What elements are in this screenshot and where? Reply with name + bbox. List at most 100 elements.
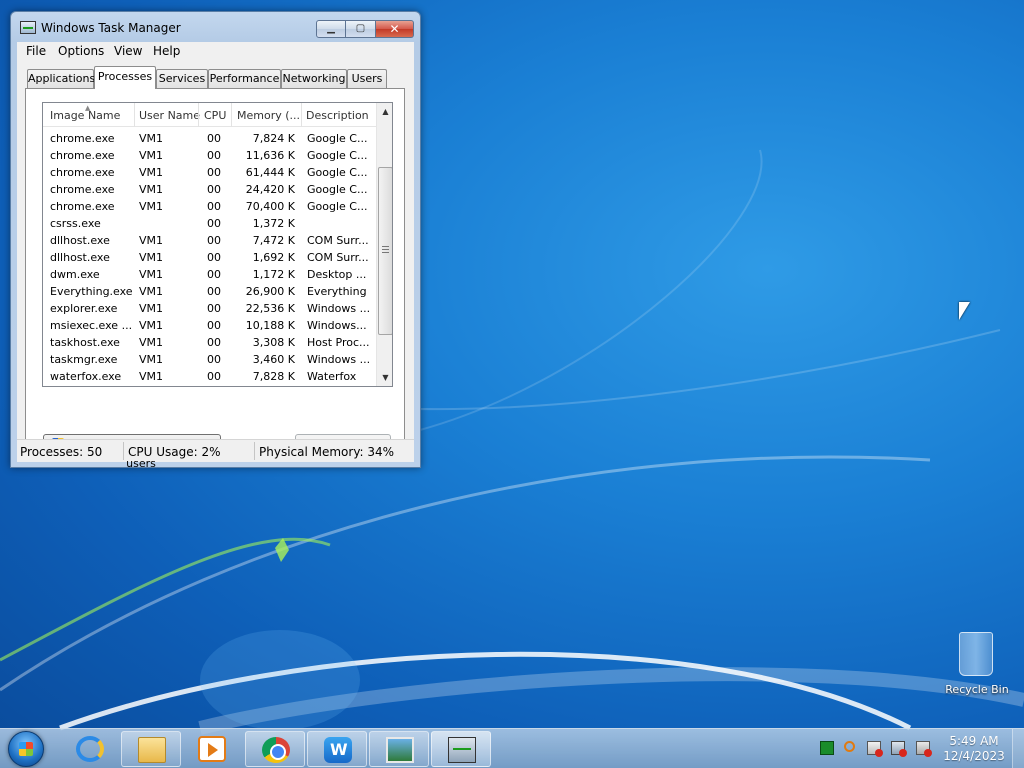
table-row[interactable]: chrome.exe VM1 00 61,444 K Google C... <box>43 164 376 181</box>
process-user: VM1 <box>139 285 164 298</box>
grip-icon <box>382 246 389 253</box>
process-list[interactable]: ▲ Image Name User Name CPU Memory (... D… <box>42 102 393 387</box>
process-memory: 7,828 K <box>252 370 295 383</box>
process-name: chrome.exe <box>50 200 115 213</box>
status-memory: Physical Memory: 34% <box>259 445 395 459</box>
process-description: COM Surr... <box>307 251 369 264</box>
menu-help[interactable]: Help <box>153 44 180 58</box>
chrome-icon <box>262 737 290 763</box>
process-name: chrome.exe <box>50 183 115 196</box>
tab-networking[interactable]: Networking <box>281 69 347 88</box>
scroll-down-icon[interactable]: ▼ <box>377 369 392 386</box>
maximize-button[interactable]: ▢ <box>346 20 376 38</box>
menu-view[interactable]: View <box>114 44 142 58</box>
table-row[interactable]: chrome.exe VM1 00 7,824 K Google C... <box>43 130 376 147</box>
process-description: Google C... <box>307 149 368 162</box>
process-memory: 1,692 K <box>252 251 295 264</box>
network-icon[interactable] <box>891 741 907 757</box>
search-icon[interactable] <box>844 741 855 752</box>
taskbar: 5:49 AM 12/4/2023 <box>0 728 1024 768</box>
tab-applications[interactable]: Applications <box>27 69 95 88</box>
taskbar-waterfox[interactable] <box>307 731 367 767</box>
clock-date: 12/4/2023 <box>943 749 1005 763</box>
process-name: taskmgr.exe <box>50 353 118 366</box>
process-cpu: 00 <box>207 285 221 298</box>
process-name: dwm.exe <box>50 268 100 281</box>
vertical-scrollbar[interactable]: ▲ ▼ <box>376 103 392 386</box>
table-row[interactable]: chrome.exe VM1 00 24,420 K Google C... <box>43 181 376 198</box>
process-name: msiexec.exe ... <box>50 319 133 332</box>
error-badge-icon <box>899 749 907 757</box>
process-description: Google C... <box>307 166 368 179</box>
windows-explorer-icon <box>138 737 166 763</box>
close-button[interactable]: ✕ <box>376 20 414 38</box>
process-description: Desktop ... <box>307 268 367 281</box>
column-memory[interactable]: Memory (... <box>237 109 300 122</box>
taskbar-photo-viewer[interactable] <box>369 731 429 767</box>
process-name: chrome.exe <box>50 132 115 145</box>
table-row[interactable]: dwm.exe VM1 00 1,172 K Desktop ... <box>43 266 376 283</box>
volume-muted-icon[interactable] <box>916 741 932 757</box>
table-row[interactable]: dllhost.exe VM1 00 1,692 K COM Surr... <box>43 249 376 266</box>
waterfox-icon <box>324 737 352 763</box>
process-cpu: 00 <box>207 166 221 179</box>
tab-services[interactable]: Services <box>156 69 208 88</box>
process-memory: 3,460 K <box>252 353 295 366</box>
scroll-up-icon[interactable]: ▲ <box>377 103 392 120</box>
process-cpu: 00 <box>207 234 221 247</box>
column-user-name[interactable]: User Name <box>139 109 200 122</box>
table-row[interactable]: Everything.exe VM1 00 26,900 K Everything <box>43 283 376 300</box>
start-button[interactable] <box>8 731 44 767</box>
table-row[interactable]: explorer.exe VM1 00 22,536 K Windows ... <box>43 300 376 317</box>
table-row[interactable]: msiexec.exe ... VM1 00 10,188 K Windows... <box>43 317 376 334</box>
menu-file[interactable]: File <box>26 44 46 58</box>
tray-app-icon[interactable] <box>820 741 834 755</box>
show-desktop-button[interactable] <box>1012 729 1024 768</box>
clock-time: 5:49 AM <box>949 734 999 748</box>
tab-users[interactable]: Users <box>347 69 387 88</box>
column-description[interactable]: Description <box>306 109 369 122</box>
process-name: chrome.exe <box>50 149 115 162</box>
process-rows: chrome.exe VM1 00 7,824 K Google C... chrome… <box>43 130 376 385</box>
table-row[interactable]: chrome.exe VM1 00 11,636 K Google C... <box>43 147 376 164</box>
window-title: Windows Task Manager <box>41 21 181 35</box>
process-name: chrome.exe <box>50 166 115 179</box>
process-user: VM1 <box>139 268 164 281</box>
table-row[interactable]: dllhost.exe VM1 00 7,472 K COM Surr... <box>43 232 376 249</box>
process-user: VM1 <box>139 166 164 179</box>
table-row[interactable]: waterfox.exe VM1 00 7,828 K Waterfox <box>43 368 376 385</box>
photo-viewer-icon <box>386 737 414 763</box>
tab-performance[interactable]: Performance <box>208 69 281 88</box>
menu-options[interactable]: Options <box>58 44 104 58</box>
process-description: Windows ... <box>307 353 371 366</box>
minimize-button[interactable]: ▁ <box>316 20 346 38</box>
action-center-icon[interactable] <box>867 741 883 757</box>
task-manager-window[interactable]: Windows Task Manager ▁ ▢ ✕ File Options … <box>10 11 421 470</box>
column-image-name[interactable]: Image Name <box>50 109 120 122</box>
process-memory: 61,444 K <box>245 166 295 179</box>
table-row[interactable]: taskhost.exe VM1 00 3,308 K Host Proc... <box>43 334 376 351</box>
recycle-bin-shortcut[interactable]: Recycle Bin <box>942 630 1012 700</box>
column-cpu[interactable]: CPU <box>204 109 226 122</box>
process-user: VM1 <box>139 183 164 196</box>
process-user: VM1 <box>139 200 164 213</box>
process-cpu: 00 <box>207 319 221 332</box>
scrollbar-thumb[interactable] <box>378 167 392 335</box>
process-cpu: 00 <box>207 200 221 213</box>
taskbar-media-player[interactable] <box>182 731 242 767</box>
tab-processes[interactable]: Processes <box>94 66 156 89</box>
taskbar-windows-explorer[interactable] <box>121 731 181 767</box>
process-user: VM1 <box>139 251 164 264</box>
taskbar-internet-explorer[interactable] <box>60 731 120 767</box>
process-memory: 70,400 K <box>245 200 295 213</box>
table-row[interactable]: taskmgr.exe VM1 00 3,460 K Windows ... <box>43 351 376 368</box>
process-memory: 3,308 K <box>252 336 295 349</box>
taskbar-task-manager[interactable] <box>431 731 491 767</box>
table-row[interactable]: csrss.exe 00 1,372 K <box>43 215 376 232</box>
table-row[interactable]: chrome.exe VM1 00 70,400 K Google C... <box>43 198 376 215</box>
process-name: explorer.exe <box>50 302 118 315</box>
taskbar-chrome[interactable] <box>245 731 305 767</box>
title-bar[interactable]: Windows Task Manager ▁ ▢ ✕ <box>11 12 420 42</box>
client-area: Applications Processes Services Performa… <box>17 61 414 470</box>
system-clock[interactable]: 5:49 AM 12/4/2023 <box>940 734 1008 764</box>
